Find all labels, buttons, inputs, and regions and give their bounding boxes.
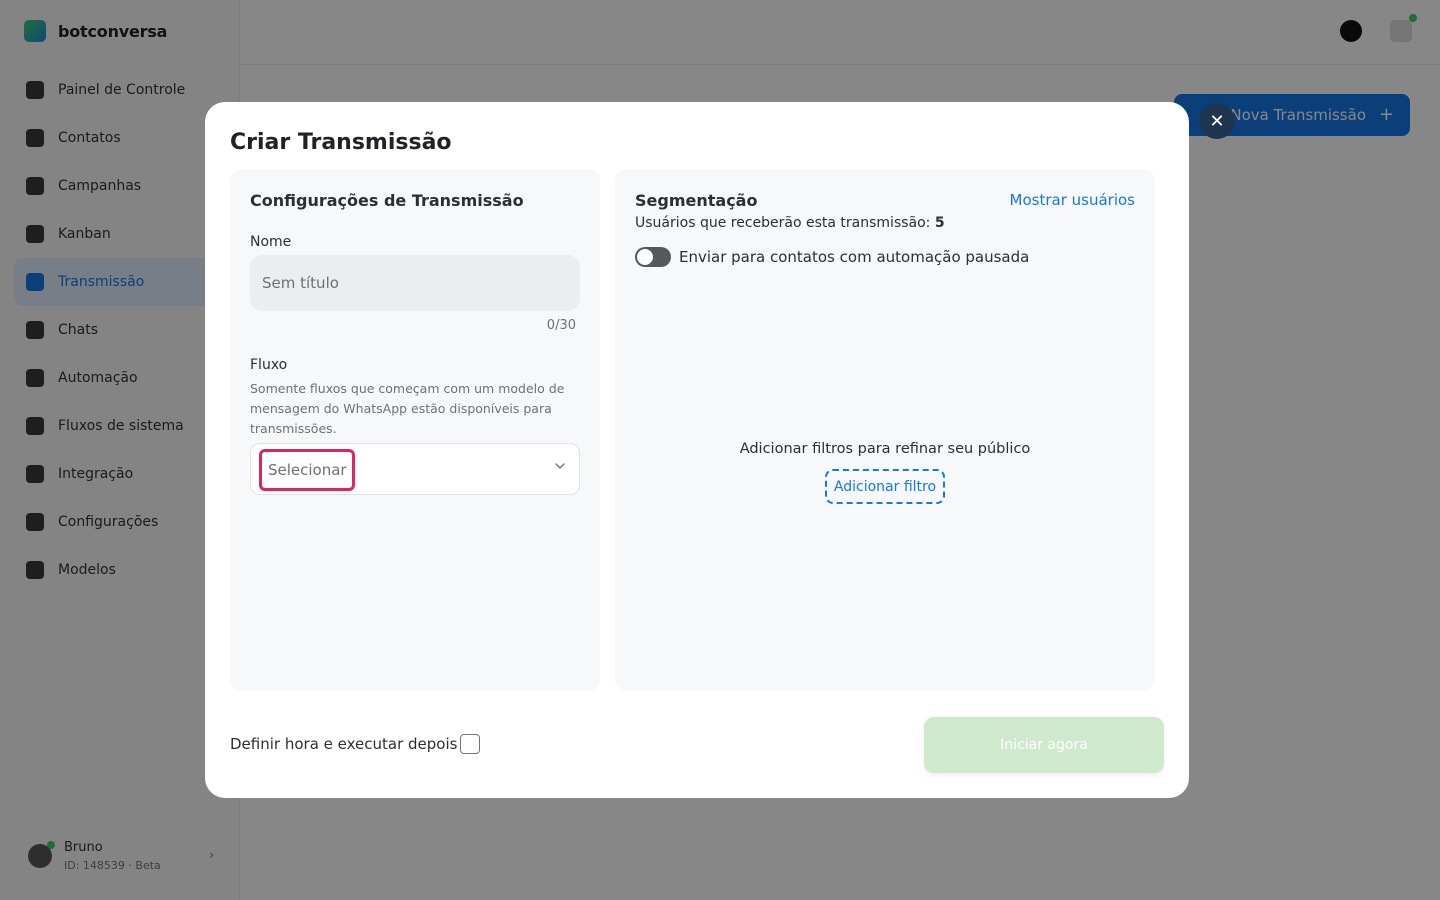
close-icon: ✕	[1209, 110, 1225, 132]
schedule-label: Definir hora e executar depois	[230, 735, 458, 753]
broadcast-settings-panel: Configurações de Transmissão Nome 0/30 F…	[230, 169, 600, 691]
segmentation-heading: Segmentação	[635, 191, 758, 210]
filters-empty-text: Adicionar filtros para refinar seu públi…	[739, 441, 1031, 457]
flow-select-placeholder[interactable]: Selecionar	[259, 449, 355, 491]
paused-automation-toggle[interactable]	[635, 247, 671, 267]
paused-automation-label: Enviar para contatos com automação pausa…	[679, 248, 1030, 266]
modal-title: Criar Transmissão	[230, 130, 452, 155]
schedule-checkbox[interactable]	[460, 734, 480, 754]
recipients-text: Usuários que receberão esta transmissão:	[635, 215, 931, 231]
flow-select[interactable]: Selecionar	[250, 443, 580, 495]
start-now-button[interactable]: Iniciar agora	[924, 717, 1164, 773]
create-broadcast-modal: Criar Transmissão ✕ Configurações de Tra…	[205, 102, 1235, 798]
segmentation-panel: Segmentação Mostrar usuários Usuários qu…	[615, 169, 1155, 691]
name-input[interactable]	[250, 255, 580, 311]
chevron-down-icon	[555, 463, 565, 469]
settings-heading: Configurações de Transmissão	[250, 191, 524, 210]
add-filter-button[interactable]: Adicionar filtro	[825, 469, 945, 504]
flow-help-text: Somente fluxos que começam com um modelo…	[250, 381, 565, 436]
recipients-count: 5	[934, 215, 945, 231]
close-button[interactable]: ✕	[1199, 103, 1235, 139]
name-label: Nome	[250, 234, 292, 250]
name-char-counter: 0/30	[546, 318, 576, 333]
show-users-link[interactable]: Mostrar usuários	[1010, 191, 1135, 209]
flow-label: Fluxo	[250, 357, 288, 373]
recipients-line: Usuários que receberão esta transmissão:…	[635, 215, 945, 231]
